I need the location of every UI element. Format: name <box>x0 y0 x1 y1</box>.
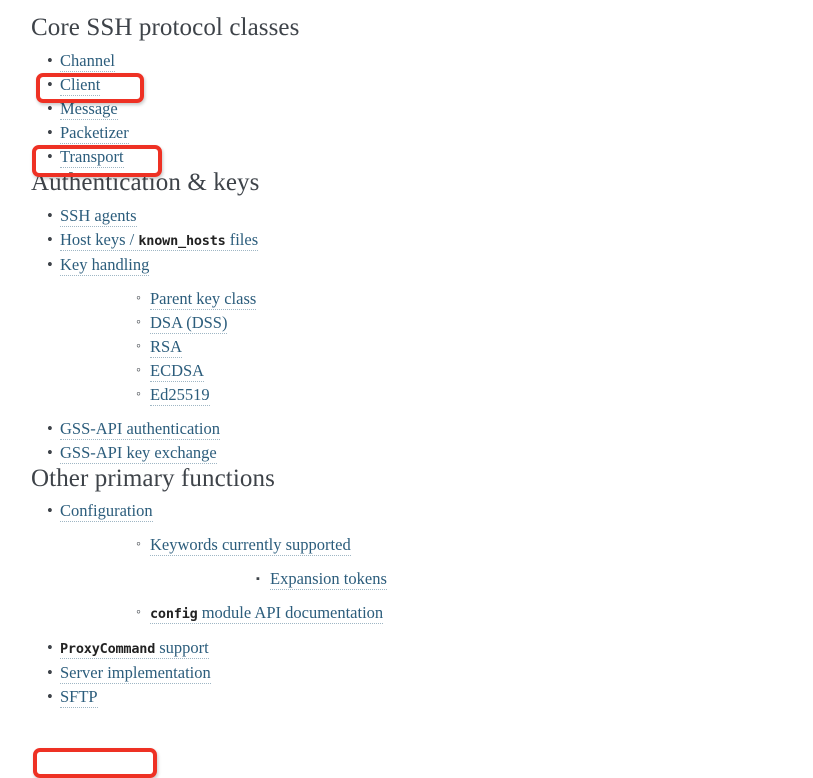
bullet-disc-icon: • <box>47 74 53 94</box>
bullet-circle-icon: ◦ <box>136 362 141 378</box>
bullet-disc-icon: • <box>47 50 53 70</box>
bullet-disc-icon: • <box>47 229 53 249</box>
bullet-disc-icon: • <box>47 254 53 274</box>
list-item: • Host keys / known_hosts files <box>0 228 813 253</box>
bullet-disc-icon: • <box>47 687 53 707</box>
list-item: ◦ ECDSA <box>60 359 813 383</box>
bullet-square-icon: ▪ <box>256 573 260 586</box>
section-heading-other-primary-functions: Other primary functions <box>31 464 275 492</box>
link-message[interactable]: Message <box>60 98 118 120</box>
list-item: ◦ Keywords currently supported ▪ Expansi… <box>60 533 813 591</box>
link-rsa[interactable]: RSA <box>150 336 183 358</box>
bullet-disc-icon: • <box>47 663 53 683</box>
list-item: • Packetizer <box>0 121 813 145</box>
list-item: • Transport <box>0 145 813 169</box>
link-text-pre: Host keys / <box>60 229 139 249</box>
bullet-disc-icon: • <box>47 146 53 166</box>
list-item: ◦ RSA <box>60 335 813 359</box>
bullet-circle-icon: ◦ <box>136 537 141 553</box>
link-server-implementation[interactable]: Server implementation <box>60 663 211 685</box>
link-text-post: support <box>155 638 209 658</box>
bullet-circle-icon: ◦ <box>136 314 141 330</box>
section-heading-core-ssh: Core SSH protocol classes <box>31 14 300 41</box>
list-item: • Message <box>0 97 813 121</box>
section-heading-authentication-keys: Authentication & keys <box>31 168 260 196</box>
list-item: • Client <box>0 73 813 97</box>
list-item: • Configuration ◦ Keywords currently sup… <box>0 499 813 626</box>
list-item: • Key handling ◦ Parent key class ◦ DSA … <box>0 253 813 407</box>
link-packetizer[interactable]: Packetizer <box>60 122 129 144</box>
documentation-page: Core SSH protocol classes • Channel • Cl… <box>0 0 813 778</box>
list-item: ▪ Expansion tokens <box>150 567 813 591</box>
bullet-disc-icon: • <box>47 501 53 521</box>
bullet-circle-icon: ◦ <box>136 338 141 354</box>
list-keywords-children: ▪ Expansion tokens <box>150 567 813 591</box>
bullet-disc-icon: • <box>47 98 53 118</box>
list-item: • GSS-API authentication <box>0 417 813 441</box>
list-item: ◦ DSA (DSS) <box>60 311 813 335</box>
list-item: • Server implementation <box>0 661 813 685</box>
link-key-handling[interactable]: Key handling <box>60 254 150 276</box>
list-configuration-children: ◦ Keywords currently supported ▪ Expansi… <box>60 533 813 626</box>
link-ssh-agents[interactable]: SSH agents <box>60 205 137 227</box>
bullet-circle-icon: ◦ <box>136 605 141 621</box>
list-key-handling-children: ◦ Parent key class ◦ DSA (DSS) ◦ RSA ◦ E… <box>60 287 813 407</box>
annotation-box-sftp <box>33 748 157 778</box>
link-transport[interactable]: Transport <box>60 146 124 168</box>
link-dsa-dss[interactable]: DSA (DSS) <box>150 312 228 334</box>
link-channel[interactable]: Channel <box>60 50 115 72</box>
inline-code-proxycommand: ProxyCommand <box>60 641 156 658</box>
bullet-disc-icon: • <box>47 442 53 462</box>
list-item: • ProxyCommand support <box>0 636 813 661</box>
bullet-disc-icon: • <box>47 205 53 225</box>
list-item: ◦ Parent key class <box>60 287 813 311</box>
list-item: • SFTP <box>0 685 813 709</box>
bullet-circle-icon: ◦ <box>136 386 141 402</box>
link-sftp[interactable]: SFTP <box>60 687 98 709</box>
list-item: ◦ Ed25519 <box>60 383 813 407</box>
link-gss-api-key-exchange[interactable]: GSS-API key exchange <box>60 442 217 464</box>
link-parent-key-class[interactable]: Parent key class <box>150 288 257 310</box>
bullet-disc-icon: • <box>47 418 53 438</box>
list-item: • Channel <box>0 49 813 73</box>
link-gss-api-authentication[interactable]: GSS-API authentication <box>60 418 220 440</box>
link-keywords-currently-supported[interactable]: Keywords currently supported <box>150 535 351 557</box>
list-item: • SSH agents <box>0 204 813 228</box>
link-host-keys[interactable]: Host keys / known_hosts files <box>60 229 259 251</box>
bullet-disc-icon: • <box>47 638 53 658</box>
bullet-disc-icon: • <box>47 122 53 142</box>
link-text-post: module API documentation <box>197 603 384 623</box>
link-configuration[interactable]: Configuration <box>60 501 153 523</box>
list-authentication-keys: • SSH agents • Host keys / known_hosts f… <box>0 204 813 465</box>
list-item: ◦ config module API documentation <box>60 601 813 626</box>
link-ed25519[interactable]: Ed25519 <box>150 384 210 406</box>
inline-code-config: config <box>150 606 198 623</box>
link-config-module-api-documentation[interactable]: config module API documentation <box>150 603 384 625</box>
link-expansion-tokens[interactable]: Expansion tokens <box>270 569 387 591</box>
link-proxycommand-support[interactable]: ProxyCommand support <box>60 638 209 660</box>
link-text-post: files <box>225 229 259 249</box>
bullet-circle-icon: ◦ <box>136 290 141 306</box>
inline-code-known-hosts: known_hosts <box>138 232 226 249</box>
link-client[interactable]: Client <box>60 74 101 96</box>
list-item: • GSS-API key exchange <box>0 441 813 465</box>
list-other-primary-functions: • Configuration ◦ Keywords currently sup… <box>0 499 813 709</box>
list-core-ssh: • Channel • Client • Message • Packetize… <box>0 49 813 169</box>
link-ecdsa[interactable]: ECDSA <box>150 360 205 382</box>
